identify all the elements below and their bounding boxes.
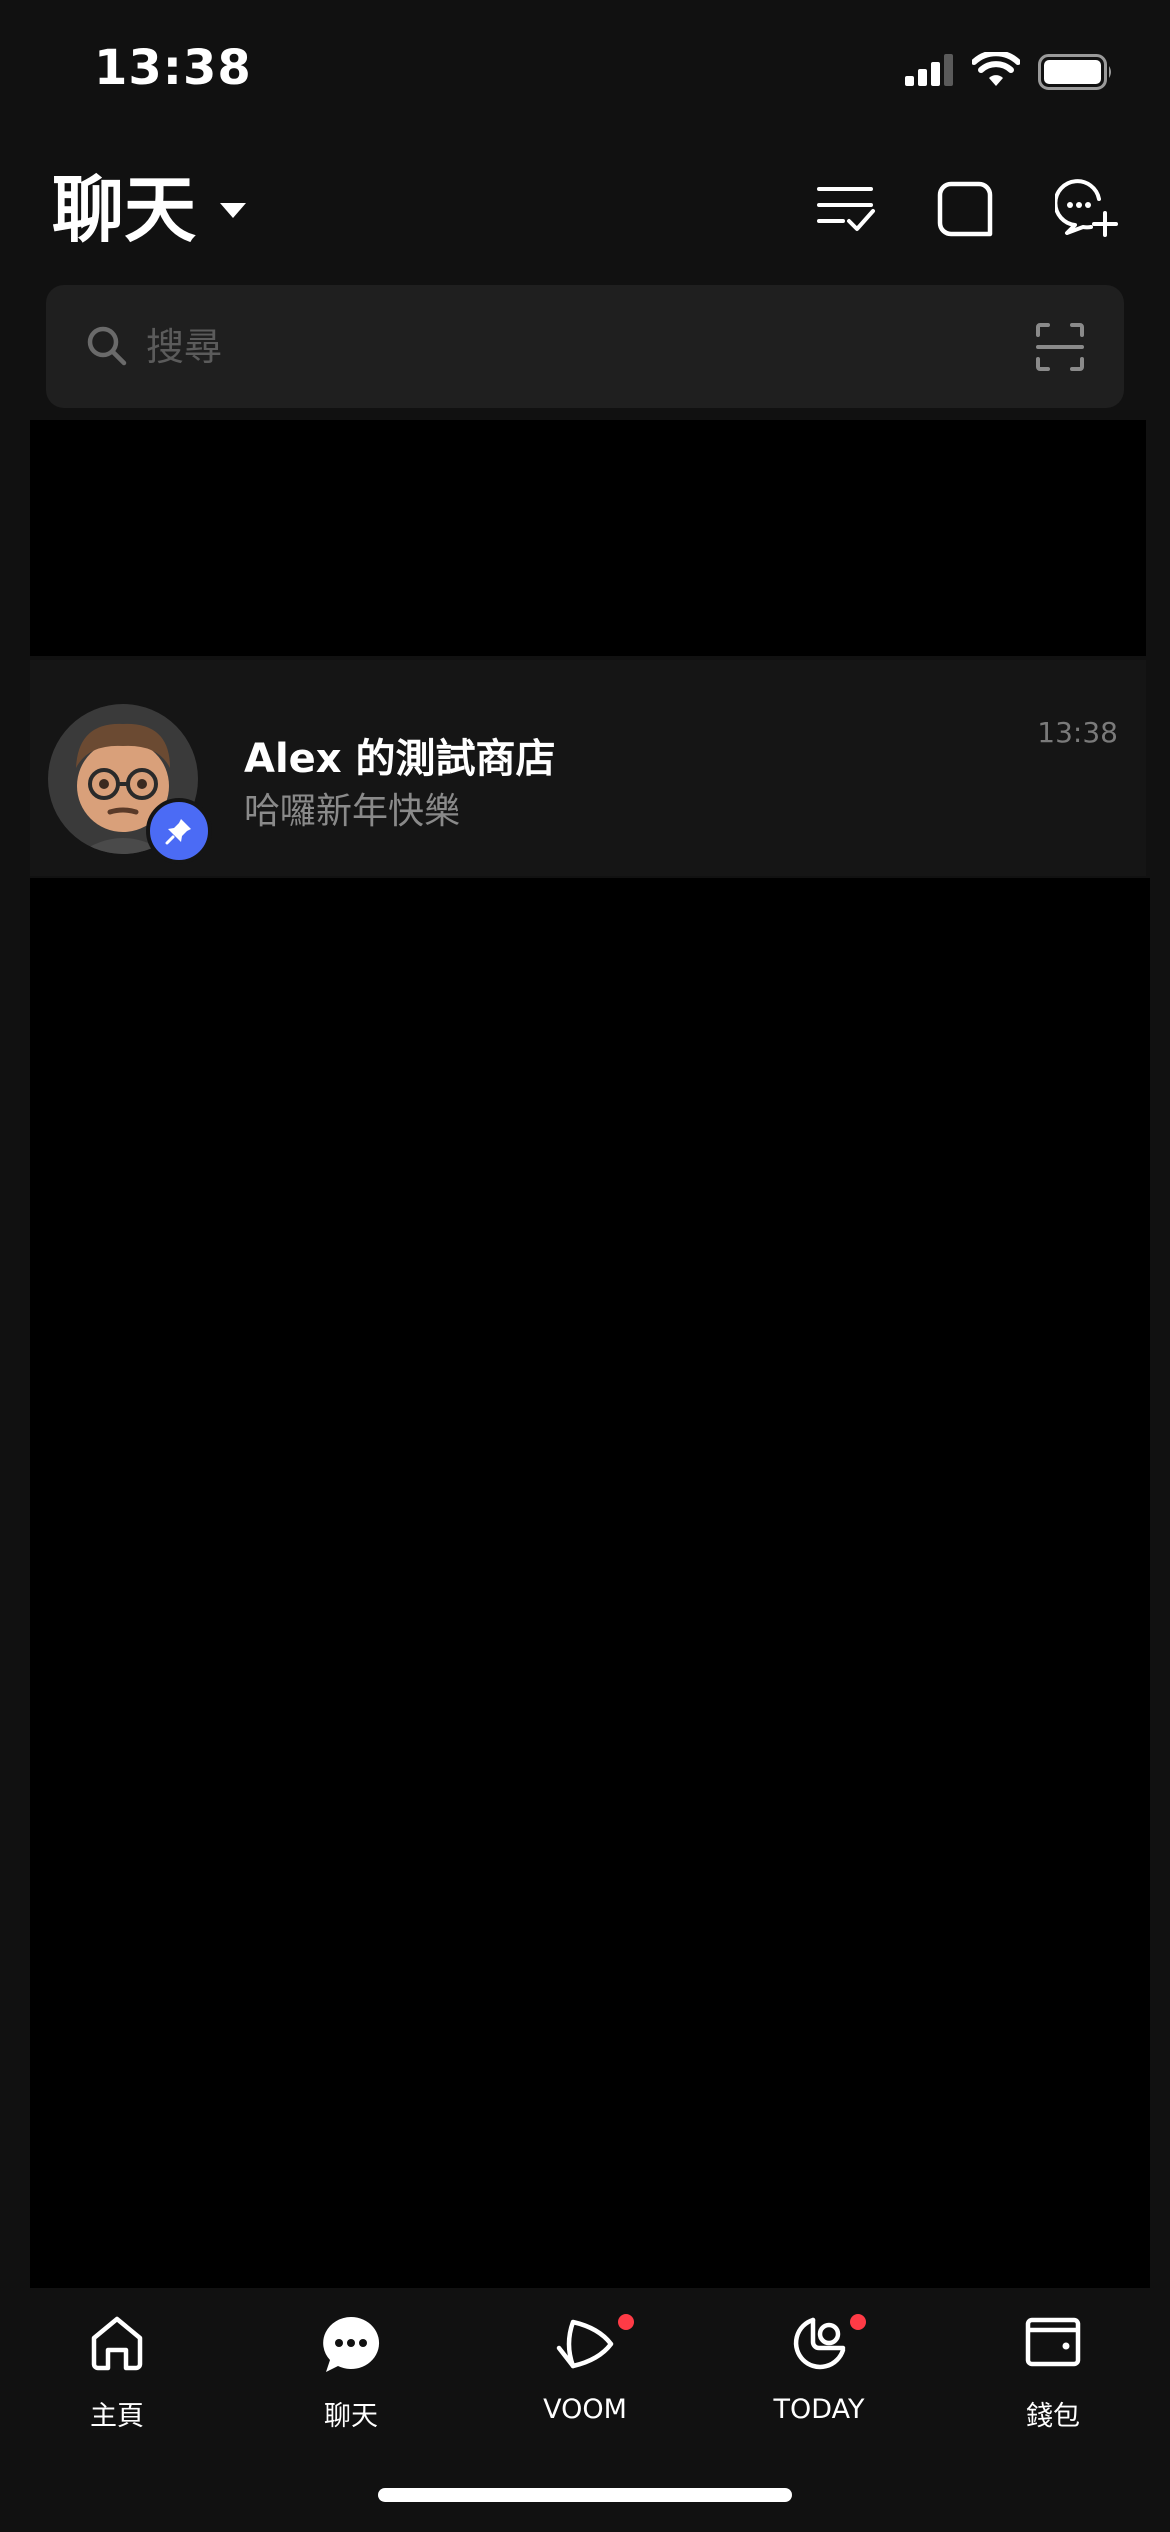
chat-timestamp: 13:38 bbox=[1037, 716, 1118, 749]
today-icon bbox=[789, 2314, 849, 2378]
cellular-signal-icon bbox=[905, 54, 957, 90]
chat-preview: 哈囉新年快樂 bbox=[244, 791, 461, 832]
chat-list-item[interactable]: Alex 的測試商店 哈囉新年快樂 13:38 bbox=[30, 660, 1146, 876]
tab-today[interactable]: TODAY bbox=[702, 2304, 936, 2444]
caret-down-icon bbox=[220, 202, 247, 218]
tab-label: 主頁 bbox=[90, 2401, 144, 2432]
status-time: 13:38 bbox=[94, 40, 252, 96]
tab-home[interactable]: 主頁 bbox=[0, 2304, 234, 2444]
notification-dot bbox=[850, 2314, 866, 2330]
tab-label: VOOM bbox=[543, 2394, 627, 2425]
search-bar bbox=[46, 285, 1124, 408]
tab-label: 錢包 bbox=[1026, 2401, 1080, 2432]
qr-scan-icon[interactable] bbox=[1036, 323, 1084, 375]
page-title: 聊天 bbox=[52, 168, 197, 252]
voom-play-icon bbox=[555, 2314, 615, 2378]
pin-icon bbox=[165, 819, 191, 845]
search-input[interactable] bbox=[144, 313, 968, 381]
home-icon bbox=[88, 2314, 146, 2376]
content-area bbox=[30, 878, 1150, 2288]
chat-name: Alex 的測試商店 bbox=[244, 736, 556, 782]
battery-icon bbox=[1038, 54, 1114, 94]
tab-chat[interactable]: 聊天 bbox=[234, 2304, 468, 2444]
edit-list-icon bbox=[817, 187, 875, 231]
tab-voom[interactable]: VOOM bbox=[468, 2304, 702, 2444]
wifi-icon bbox=[971, 50, 1021, 92]
tab-label: 聊天 bbox=[324, 2401, 378, 2432]
wallet-icon bbox=[1024, 2314, 1082, 2374]
new-chat-icon bbox=[1055, 179, 1118, 237]
pin-badge bbox=[146, 798, 212, 864]
header: 聊天 bbox=[0, 150, 1170, 270]
home-indicator bbox=[378, 2488, 792, 2502]
new-chat-button[interactable] bbox=[1052, 174, 1122, 244]
status-bar: 13:38 bbox=[0, 0, 1170, 150]
edit-list-button[interactable] bbox=[812, 174, 882, 244]
notification-dot bbox=[618, 2314, 634, 2330]
tab-label: TODAY bbox=[773, 2394, 865, 2425]
square-icon bbox=[937, 181, 993, 237]
square-button[interactable] bbox=[930, 174, 1000, 244]
tab-wallet[interactable]: 錢包 bbox=[936, 2304, 1170, 2444]
chat-filter-dropdown[interactable]: 聊天 bbox=[52, 165, 247, 255]
banner-area bbox=[30, 420, 1146, 656]
chat-bubble-icon bbox=[320, 2314, 382, 2380]
search-icon bbox=[86, 325, 128, 371]
